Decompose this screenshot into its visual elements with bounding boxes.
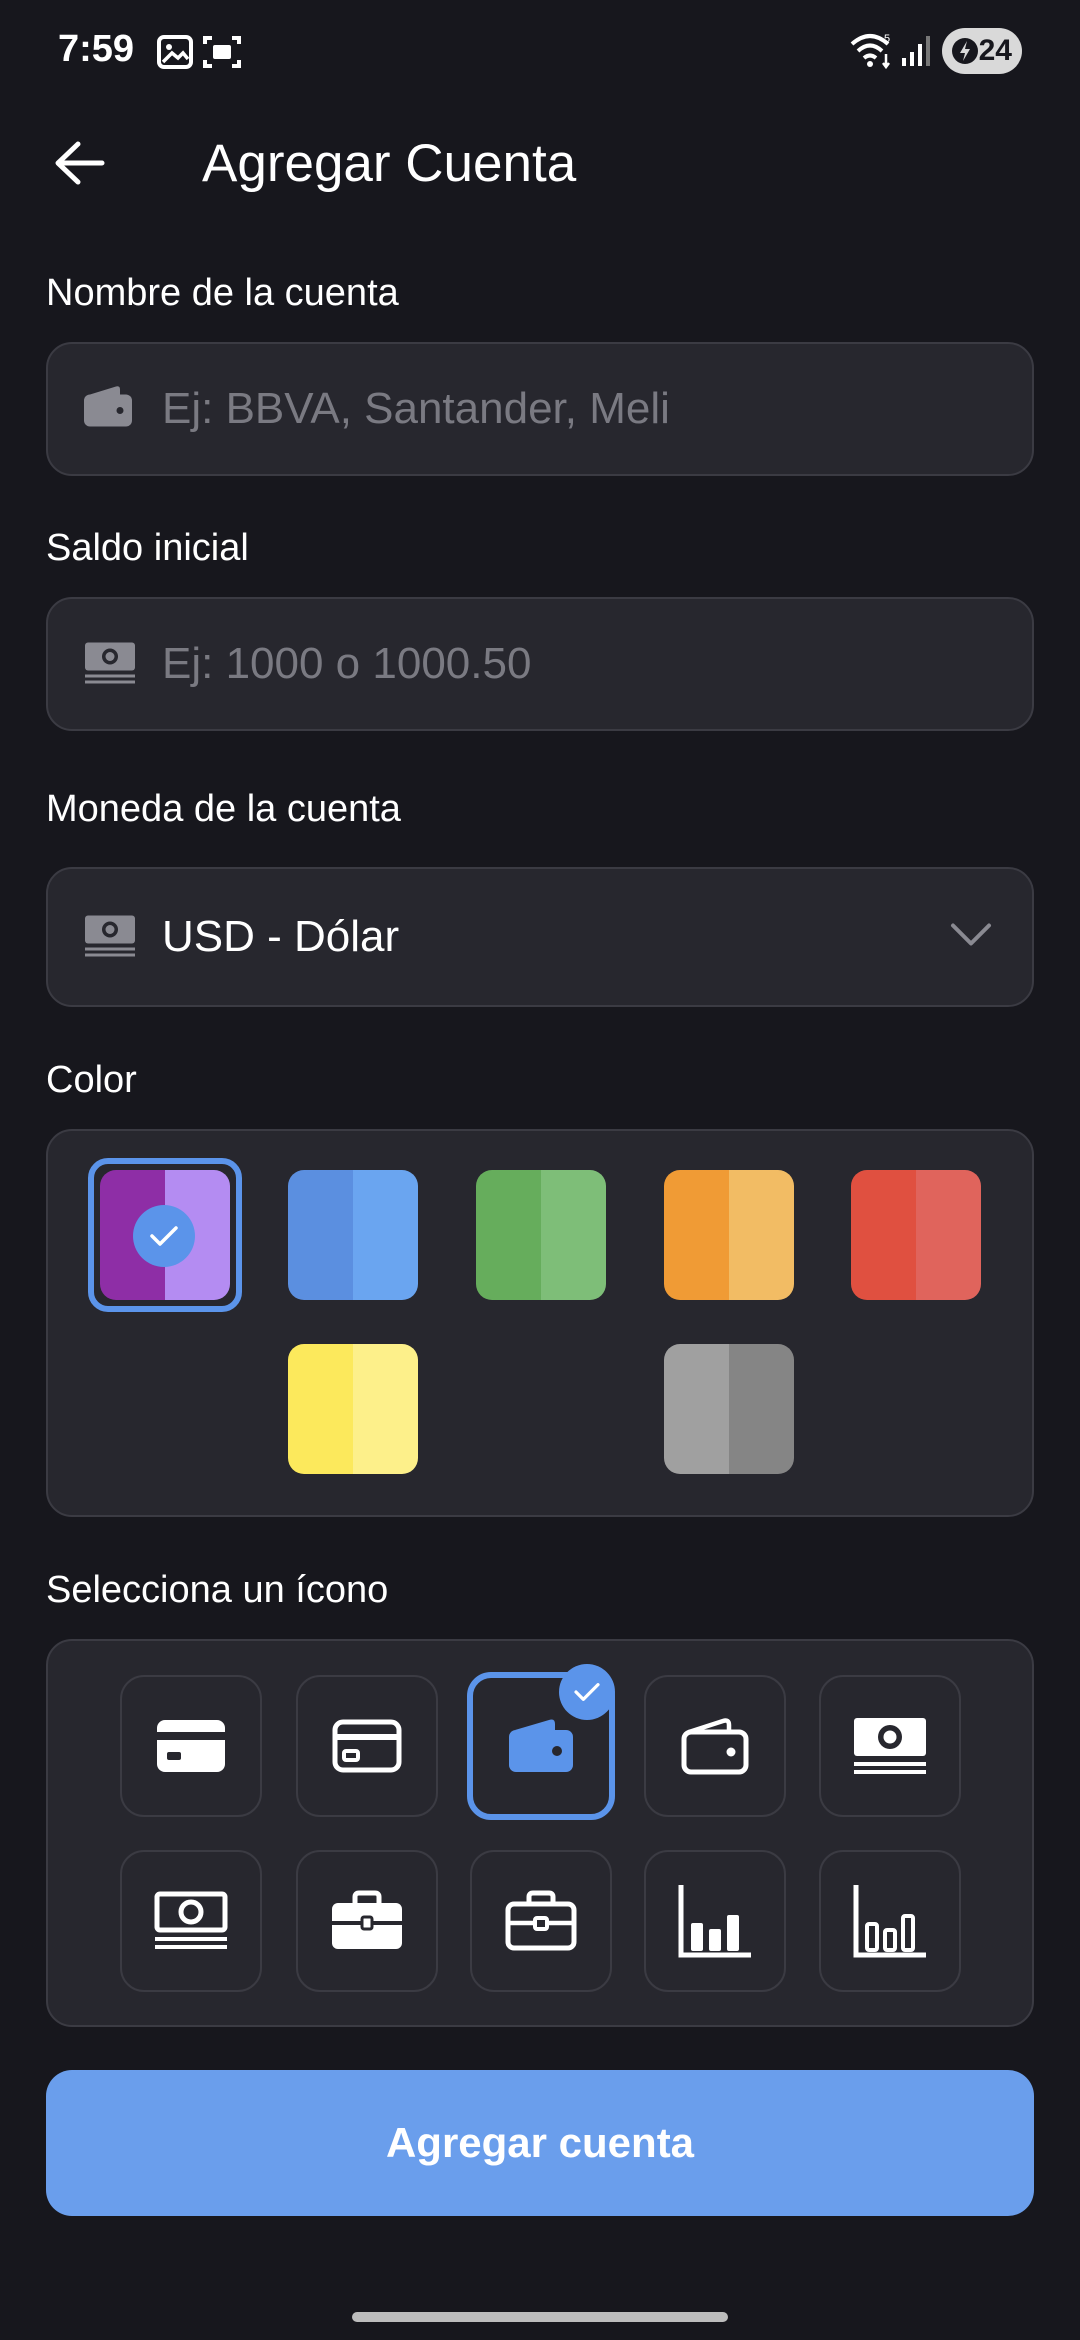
currency-selected-value: USD - Dólar bbox=[162, 912, 400, 961]
chevron-down-icon bbox=[950, 922, 992, 953]
icon-option-credit-card-outline[interactable] bbox=[296, 1675, 438, 1817]
bar-chart-filled-icon bbox=[677, 1883, 753, 1959]
color-swatch-green[interactable] bbox=[476, 1170, 606, 1300]
account-name-field[interactable] bbox=[46, 342, 1034, 476]
battery-indicator: 24 bbox=[942, 28, 1022, 74]
initial-balance-label: Saldo inicial bbox=[46, 527, 249, 569]
icon-option-money-bills-filled[interactable] bbox=[819, 1675, 961, 1817]
battery-level: 24 bbox=[978, 34, 1012, 67]
currency-label: Moneda de la cuenta bbox=[46, 788, 401, 830]
briefcase-outline-icon bbox=[503, 1889, 579, 1953]
credit-card-filled-icon bbox=[155, 1718, 227, 1774]
wallet-icon bbox=[82, 385, 134, 434]
color-swatch-gray[interactable] bbox=[664, 1344, 794, 1474]
briefcase-filled-icon bbox=[329, 1889, 405, 1953]
icon-option-bar-chart-outline[interactable] bbox=[819, 1850, 961, 1992]
initial-balance-input[interactable] bbox=[162, 599, 1002, 729]
wifi-icon: 5 bbox=[850, 32, 894, 75]
screenshot-icon bbox=[156, 34, 194, 75]
selected-color-check bbox=[133, 1205, 195, 1267]
arrow-left-icon bbox=[55, 141, 105, 185]
color-swatch-yellow[interactable] bbox=[288, 1344, 418, 1474]
icon-option-briefcase-filled[interactable] bbox=[296, 1850, 438, 1992]
money-icon bbox=[82, 639, 138, 690]
money-bills-filled-icon bbox=[851, 1714, 929, 1778]
account-name-input[interactable] bbox=[162, 344, 1002, 474]
bar-chart-outline-icon bbox=[852, 1883, 928, 1959]
wallet-filled-icon bbox=[505, 1716, 577, 1776]
add-account-button[interactable]: Agregar cuenta bbox=[46, 2070, 1034, 2216]
status-time: 7:59 bbox=[58, 28, 135, 70]
account-name-label: Nombre de la cuenta bbox=[46, 272, 399, 314]
check-icon bbox=[150, 1226, 178, 1246]
check-icon bbox=[574, 1683, 600, 1701]
color-swatch-orange[interactable] bbox=[664, 1170, 794, 1300]
home-indicator[interactable] bbox=[352, 2312, 728, 2322]
battery-saver-icon bbox=[951, 36, 979, 74]
money-icon bbox=[82, 912, 138, 963]
icon-option-wallet-outline[interactable] bbox=[644, 1675, 786, 1817]
signal-icon bbox=[900, 34, 932, 73]
money-bills-outline-icon bbox=[152, 1889, 230, 1953]
status-bar: 7:59 5 24 bbox=[0, 0, 1080, 100]
back-button[interactable] bbox=[40, 130, 120, 196]
svg-text:5: 5 bbox=[884, 33, 890, 45]
selected-icon-check bbox=[559, 1664, 615, 1720]
icon-option-credit-card-filled[interactable] bbox=[120, 1675, 262, 1817]
color-label: Color bbox=[46, 1059, 137, 1101]
page-title: Agregar Cuenta bbox=[202, 134, 577, 193]
icon-option-bar-chart-filled[interactable] bbox=[644, 1850, 786, 1992]
add-account-screen: 7:59 5 24 Agregar Cuenta Nombre de la cu… bbox=[0, 0, 1080, 2340]
initial-balance-field[interactable] bbox=[46, 597, 1034, 731]
color-swatch-blue[interactable] bbox=[288, 1170, 418, 1300]
wallet-outline-icon bbox=[679, 1716, 751, 1776]
credit-card-outline-icon bbox=[331, 1718, 403, 1774]
color-swatch-red[interactable] bbox=[851, 1170, 981, 1300]
currency-select[interactable]: USD - Dólar bbox=[46, 867, 1034, 1007]
screen-record-icon bbox=[202, 34, 242, 75]
icon-option-money-bills-outline[interactable] bbox=[120, 1850, 262, 1992]
icon-picker-label: Selecciona un ícono bbox=[46, 1569, 389, 1611]
icon-option-briefcase-outline[interactable] bbox=[470, 1850, 612, 1992]
